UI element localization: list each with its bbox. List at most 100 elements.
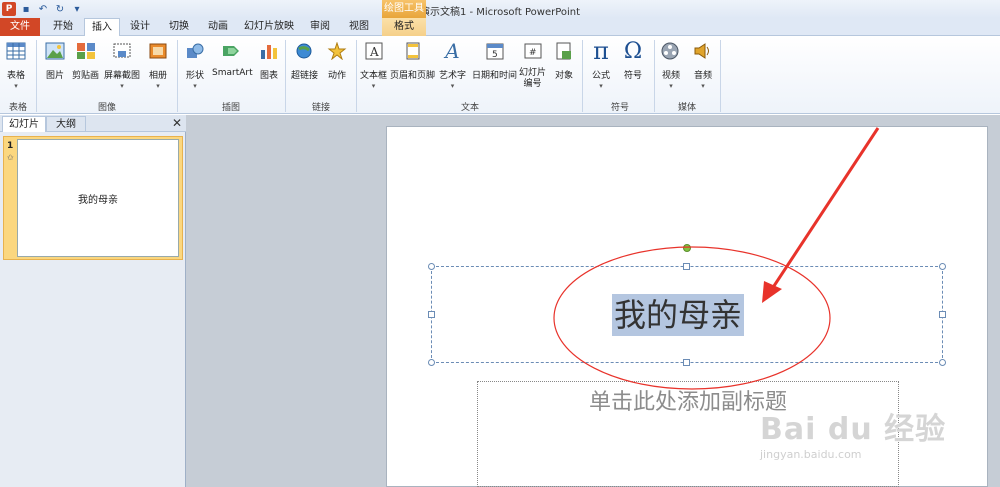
group-separator [177, 40, 178, 112]
group-label-tables: 表格 [8, 103, 27, 113]
speaker-icon [692, 40, 714, 62]
object-button[interactable]: 对象 [553, 40, 575, 81]
slide-title-text[interactable]: 我的母亲 [612, 294, 745, 336]
shapes-icon [184, 40, 206, 62]
chart-button[interactable]: 图表 [258, 40, 280, 81]
equation-button[interactable]: π 公式 ▾ [590, 37, 612, 90]
rotation-handle[interactable] [683, 244, 691, 252]
slide-number-icon: # [522, 40, 544, 62]
action-button[interactable]: 动作 [326, 40, 348, 81]
picture-icon [44, 40, 66, 62]
watermark-url: jingyan.baidu.com [760, 448, 862, 461]
chevron-down-icon: ▾ [14, 82, 18, 90]
tab-animations[interactable]: 动画 [200, 18, 236, 36]
slide-thumbnail[interactable]: 我的母亲 [17, 139, 179, 257]
bar-chart-icon [258, 40, 280, 62]
header-footer-icon [402, 40, 424, 62]
photo-album-icon [147, 40, 169, 62]
tab-design[interactable]: 设计 [122, 18, 158, 36]
screenshot-button[interactable]: 屏幕截图 ▾ [104, 40, 140, 90]
wordart-icon: A [445, 39, 460, 63]
textbox-button[interactable]: A 文本框 ▾ [360, 40, 387, 90]
wordart-button[interactable]: A 艺术字 ▾ [439, 39, 466, 90]
group-separator [720, 40, 721, 112]
tab-insert[interactable]: 插入 [84, 18, 120, 37]
resize-handle[interactable] [939, 311, 946, 318]
tab-slides[interactable]: 幻灯片 [2, 116, 46, 132]
svg-text:5: 5 [492, 50, 498, 60]
chevron-down-icon: ▾ [701, 82, 705, 90]
chevron-down-icon: ▾ [120, 82, 124, 90]
hyperlink-globe-icon [294, 40, 316, 62]
shapes-button[interactable]: 形状 ▾ [184, 40, 206, 90]
window-title: 演示文稿1 - Microsoft PowerPoint [419, 7, 581, 18]
resize-handle[interactable] [428, 311, 435, 318]
chevron-down-icon: ▾ [193, 82, 197, 90]
smartart-icon [221, 40, 243, 62]
tab-slideshow[interactable]: 幻灯片放映 [238, 18, 300, 36]
datetime-button[interactable]: 5 日期和时间 [472, 40, 517, 81]
group-separator [356, 40, 357, 112]
group-separator [285, 40, 286, 112]
table-icon [5, 40, 27, 62]
svg-text:A: A [369, 45, 379, 59]
chevron-down-icon: ▾ [669, 82, 673, 90]
action-star-icon [326, 40, 348, 62]
smartart-button[interactable]: SmartArt [212, 40, 253, 78]
clipart-button[interactable]: 剪贴画 [72, 40, 99, 81]
chevron-down-icon: ▾ [156, 82, 160, 90]
close-icon[interactable]: ✕ [172, 116, 182, 130]
header-footer-button[interactable]: 页眉和页脚 [390, 40, 435, 81]
group-separator [582, 40, 583, 112]
omega-icon: Ω [623, 38, 643, 64]
audio-button[interactable]: 音频 ▾ [692, 40, 714, 90]
slide-number: 1 [7, 141, 14, 151]
clipart-icon [75, 40, 97, 62]
tab-home[interactable]: 开始 [44, 18, 82, 36]
group-label-text: 文本 [460, 103, 479, 113]
resize-handle[interactable] [683, 359, 690, 366]
group-separator [654, 40, 655, 112]
calendar-icon: 5 [484, 40, 506, 62]
group-label-images: 图像 [97, 103, 116, 113]
tab-view[interactable]: 视图 [340, 18, 378, 36]
resize-handle[interactable] [939, 263, 946, 270]
resize-handle[interactable] [428, 359, 435, 366]
hyperlink-button[interactable]: 超链接 [291, 40, 318, 81]
contextual-tab-group-label: 绘图工具 [382, 0, 426, 18]
slides-pane: 幻灯片 大纲 ✕ 1 ✩ 我的母亲 [0, 115, 186, 487]
transition-star-icon: ✩ [7, 153, 14, 162]
tab-review[interactable]: 审阅 [302, 18, 338, 36]
ribbon-insert: 表格 ▾ 表格 图片 剪贴画 屏幕截图 ▾ 相册 ▾ 图像 形状 ▾ Smart… [0, 36, 1000, 114]
chevron-down-icon: ▾ [371, 82, 376, 90]
group-label-symbols: 符号 [610, 103, 629, 113]
title-bar: P ▪ ↶ ↻ ▾ 演示文稿1 - Microsoft PowerPoint 绘… [0, 0, 1000, 18]
album-button[interactable]: 相册 ▾ [147, 40, 169, 90]
resize-handle[interactable] [683, 263, 690, 270]
group-separator [36, 40, 37, 112]
tab-format[interactable]: 格式 [382, 18, 426, 36]
object-icon [553, 40, 575, 62]
group-label-links: 链接 [311, 103, 330, 113]
picture-button[interactable]: 图片 [44, 40, 66, 81]
group-label-illustrations: 插图 [221, 103, 240, 113]
symbol-button[interactable]: Ω 符号 [622, 38, 644, 82]
screenshot-icon [111, 40, 133, 62]
slide-thumbnail-selected[interactable]: 1 ✩ 我的母亲 [3, 136, 183, 260]
film-reel-icon [660, 40, 682, 62]
thumbnail-title: 我的母亲 [78, 194, 118, 206]
resize-handle[interactable] [428, 263, 435, 270]
chevron-down-icon: ▾ [450, 82, 455, 90]
tab-transitions[interactable]: 切换 [160, 18, 198, 36]
table-button[interactable]: 表格 ▾ [5, 40, 27, 90]
group-label-media: 媒体 [677, 103, 696, 113]
tab-file[interactable]: 文件 [0, 18, 40, 36]
slide-number-button[interactable]: # 幻灯片 编号 [519, 40, 546, 90]
textbox-icon: A [363, 40, 385, 62]
ribbon-tabs: 文件 开始 插入 设计 切换 动画 幻灯片放映 审阅 视图 格式 [0, 18, 1000, 37]
video-button[interactable]: 视频 ▾ [660, 40, 682, 90]
svg-text:#: # [529, 48, 537, 58]
resize-handle[interactable] [939, 359, 946, 366]
pane-tabs: 幻灯片 大纲 ✕ [0, 115, 186, 132]
tab-outline[interactable]: 大纲 [46, 116, 86, 132]
